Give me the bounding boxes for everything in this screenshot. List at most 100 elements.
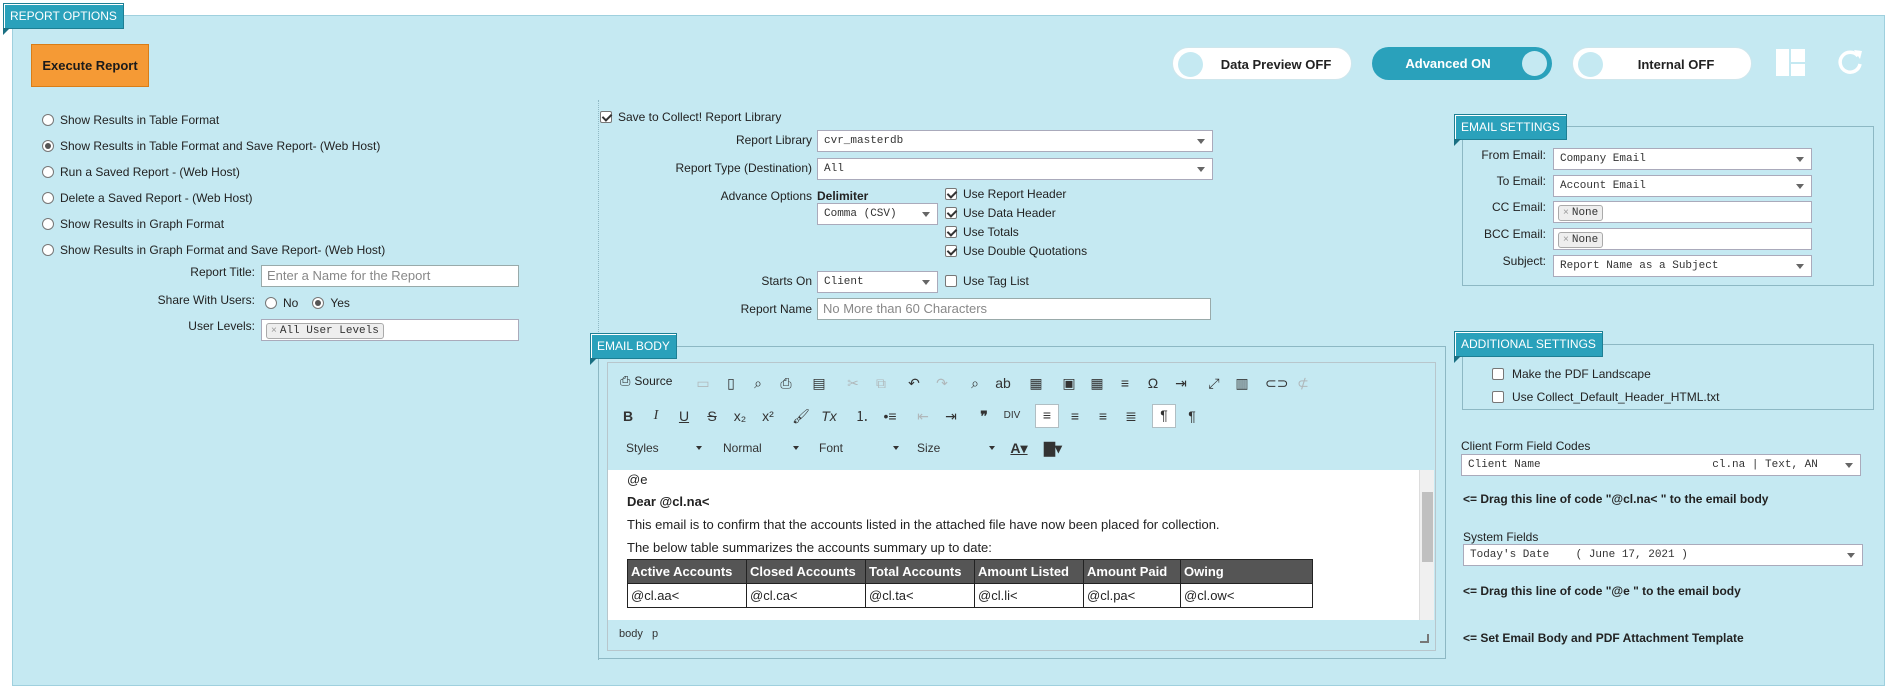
resize-handle-icon[interactable]: [1420, 634, 1429, 643]
bcc-email-select[interactable]: × None: [1553, 228, 1812, 250]
redo-icon[interactable]: ↷: [932, 373, 952, 393]
remove-format-icon[interactable]: Tx: [819, 406, 839, 426]
remove-tag-icon[interactable]: ×: [1563, 234, 1569, 245]
checkbox[interactable]: [945, 188, 957, 200]
radio-button[interactable]: [42, 218, 54, 230]
blockquote-icon[interactable]: ❞: [974, 406, 994, 426]
cut-icon[interactable]: ✂: [843, 373, 863, 393]
radio-button[interactable]: [42, 244, 54, 256]
horizontal-line-icon[interactable]: ≡: [1115, 373, 1135, 393]
mode-graph-save[interactable]: Show Results in Graph Format and Save Re…: [42, 242, 385, 258]
report-name-input[interactable]: No More than 60 Characters: [817, 298, 1211, 320]
from-email-select[interactable]: Company Email: [1553, 148, 1812, 170]
indent-icon[interactable]: ⇥: [941, 406, 961, 426]
refresh-icon[interactable]: [1836, 48, 1864, 76]
mode-table-save[interactable]: Show Results in Table Format and Save Re…: [42, 138, 380, 154]
mode-delete-saved[interactable]: Delete a Saved Report - (Web Host): [42, 190, 253, 206]
bold-icon[interactable]: B: [618, 406, 638, 426]
report-type-select[interactable]: All: [817, 158, 1213, 180]
delimiter-select[interactable]: Comma (CSV): [817, 203, 938, 225]
path-p[interactable]: p: [652, 628, 658, 640]
save-library-row[interactable]: Save to Collect! Report Library: [600, 110, 781, 124]
mode-table[interactable]: Show Results in Table Format: [42, 112, 219, 128]
special-char-icon[interactable]: Ω: [1143, 373, 1163, 393]
checkbox[interactable]: [945, 245, 957, 257]
background-color-icon[interactable]: ▇▾: [1043, 438, 1063, 458]
subscript-icon[interactable]: x₂: [730, 406, 750, 426]
select-all-icon[interactable]: ▦: [1026, 373, 1046, 393]
templates-icon[interactable]: ▤: [809, 373, 829, 393]
scrollbar-thumb[interactable]: [1422, 492, 1433, 562]
new-page-icon[interactable]: ▯: [721, 373, 741, 393]
strike-icon[interactable]: S: [702, 406, 722, 426]
size-combo[interactable]: Size: [917, 437, 997, 459]
font-combo[interactable]: Font: [819, 437, 901, 459]
mode-run-saved[interactable]: Run a Saved Report - (Web Host): [42, 164, 240, 180]
styles-combo[interactable]: Styles: [626, 437, 704, 459]
preview-icon[interactable]: ⌕: [748, 373, 768, 393]
checkbox[interactable]: [1492, 391, 1504, 403]
client-codes-select[interactable]: Client Name cl.na | Text, AN: [1461, 454, 1861, 476]
use-report-header-row[interactable]: Use Report Header: [945, 187, 1066, 201]
to-email-select[interactable]: Account Email: [1553, 175, 1812, 197]
checkbox[interactable]: [945, 207, 957, 219]
internal-toggle[interactable]: Internal OFF: [1572, 47, 1752, 80]
starts-on-select[interactable]: Client: [817, 271, 938, 293]
advanced-toggle[interactable]: Advanced ON: [1372, 47, 1552, 80]
save-icon[interactable]: ▭: [693, 373, 713, 393]
use-tag-list-row[interactable]: Use Tag List: [945, 274, 1029, 288]
copy-icon[interactable]: ⧉: [871, 373, 891, 393]
align-left-icon[interactable]: ≡: [1035, 404, 1059, 428]
report-title-input[interactable]: Enter a Name for the Report: [261, 265, 519, 287]
text-color-icon[interactable]: A▾: [1009, 438, 1029, 458]
unlink-icon[interactable]: ⊄: [1293, 373, 1313, 393]
align-center-icon[interactable]: ≡: [1065, 406, 1085, 426]
report-library-select[interactable]: cvr_masterdb: [817, 130, 1213, 152]
undo-icon[interactable]: ↶: [904, 373, 924, 393]
remove-tag-icon[interactable]: ×: [1563, 207, 1569, 218]
show-blocks-icon[interactable]: ▥: [1232, 373, 1252, 393]
print-icon[interactable]: ⎙: [776, 373, 796, 393]
user-levels-select[interactable]: × All User Levels: [261, 319, 519, 341]
default-header-row[interactable]: Use Collect_Default_Header_HTML.txt: [1492, 390, 1719, 404]
editor-scrollbar[interactable]: [1419, 470, 1434, 620]
outdent-icon[interactable]: ⇤: [913, 406, 933, 426]
source-button[interactable]: ⎙ Source: [620, 373, 672, 389]
page-break-icon[interactable]: ⇥: [1171, 373, 1191, 393]
ltr-icon[interactable]: ¶: [1152, 404, 1176, 428]
copy-format-icon[interactable]: 🖌: [791, 406, 811, 426]
format-combo[interactable]: Normal: [723, 437, 801, 459]
find-icon[interactable]: ⌕: [965, 373, 985, 393]
execute-report-button[interactable]: Execute Report: [31, 44, 149, 87]
path-body[interactable]: body: [619, 628, 643, 640]
align-right-icon[interactable]: ≡: [1093, 406, 1113, 426]
pdf-landscape-row[interactable]: Make the PDF Landscape: [1492, 367, 1651, 381]
use-data-header-row[interactable]: Use Data Header: [945, 206, 1056, 220]
superscript-icon[interactable]: x²: [758, 406, 778, 426]
radio-button[interactable]: [42, 140, 54, 152]
system-fields-select[interactable]: Today's Date ( June 17, 2021 ): [1463, 544, 1863, 566]
italic-icon[interactable]: I: [646, 406, 666, 426]
justify-icon[interactable]: ≣: [1121, 406, 1141, 426]
checkbox[interactable]: [945, 275, 957, 287]
cc-email-select[interactable]: × None: [1553, 201, 1812, 223]
data-preview-toggle[interactable]: Data Preview OFF: [1172, 47, 1352, 80]
save-library-checkbox[interactable]: [600, 111, 612, 123]
radio-button[interactable]: [42, 192, 54, 204]
radio-button[interactable]: [42, 166, 54, 178]
radio-button[interactable]: [42, 114, 54, 126]
subject-select[interactable]: Report Name as a Subject: [1553, 255, 1812, 277]
rtl-icon[interactable]: ¶: [1182, 406, 1202, 426]
checkbox[interactable]: [1492, 368, 1504, 380]
grid-icon[interactable]: [1776, 49, 1806, 77]
underline-icon[interactable]: U: [674, 406, 694, 426]
numbered-list-icon[interactable]: ⒈: [852, 406, 872, 426]
replace-icon[interactable]: ab: [993, 373, 1013, 393]
table-icon[interactable]: ▦: [1087, 373, 1107, 393]
mode-graph[interactable]: Show Results in Graph Format: [42, 216, 224, 232]
div-icon[interactable]: DIV: [1002, 406, 1022, 426]
remove-tag-icon[interactable]: ×: [271, 325, 277, 336]
use-totals-row[interactable]: Use Totals: [945, 225, 1019, 239]
bullet-list-icon[interactable]: •≡: [880, 406, 900, 426]
link-icon[interactable]: ⊂⊃: [1265, 373, 1288, 393]
